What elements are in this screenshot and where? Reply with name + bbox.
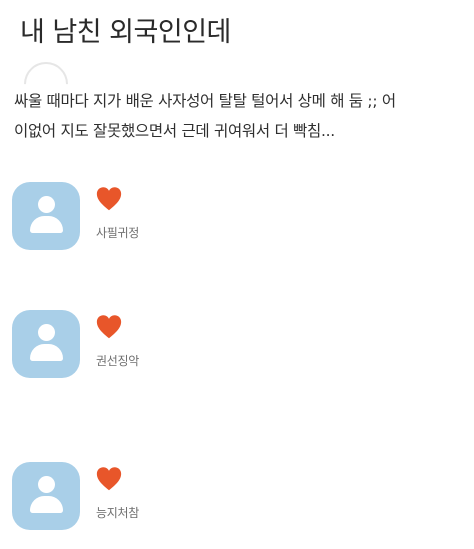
heart-icon: [96, 187, 122, 211]
heart-icon: [96, 315, 122, 339]
comment-item: 능지처참: [12, 462, 452, 532]
user-avatar-icon[interactable]: [12, 310, 80, 378]
user-avatar-icon[interactable]: [12, 182, 80, 250]
user-avatar-icon[interactable]: [12, 462, 80, 530]
comment-author[interactable]: 사필귀정: [96, 224, 139, 241]
comment-author[interactable]: 권선징악: [96, 352, 139, 369]
comment-item: 권선징악: [12, 310, 452, 380]
post-body: 싸울 때마다 지가 배운 사자성어 탈탈 털어서 상메 해 둠 ;; 어 이없어…: [14, 92, 396, 140]
comment-item: 사필귀정: [12, 182, 452, 252]
comment-author[interactable]: 능지처참: [96, 504, 139, 521]
page-title: 내 남친 외국인인데: [20, 17, 231, 48]
heart-icon: [96, 467, 122, 491]
